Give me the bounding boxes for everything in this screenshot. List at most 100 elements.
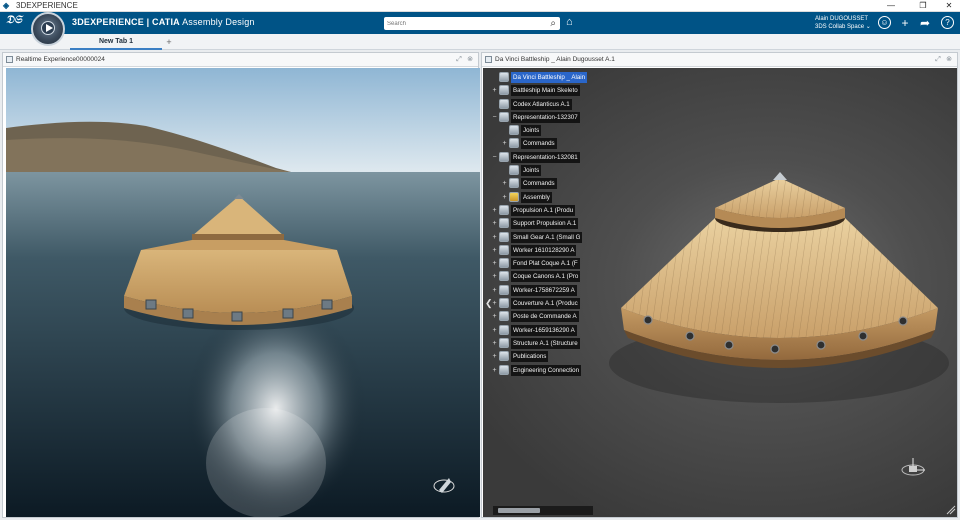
restore-button[interactable]: ❐ <box>912 0 934 12</box>
tree-node-label[interactable]: Propulsion A.1 (Produ <box>511 204 576 216</box>
expand-icon[interactable]: + <box>491 313 498 320</box>
product-icon <box>499 98 509 109</box>
tree-node-label[interactable]: Engineering Connection <box>511 364 582 376</box>
tree-node[interactable]: + Worker-1659136290 A <box>491 324 601 337</box>
specification-tree[interactable]: Da Vinci Battleship _ Alain + Battleship M… <box>491 71 601 377</box>
expand-icon[interactable]: + <box>491 220 498 227</box>
expand-icon[interactable]: + <box>491 247 498 254</box>
tab-new-tab-1[interactable]: New Tab 1 <box>70 34 162 50</box>
tree-node[interactable]: − Representation-132307 <box>491 111 601 124</box>
tree-node[interactable]: + Commands <box>491 137 601 150</box>
product-icon <box>499 311 509 322</box>
tree-node-label[interactable]: Worker-1758672259 A <box>511 284 577 296</box>
expand-icon[interactable]: + <box>501 180 508 187</box>
tree-node[interactable]: + Support Propulsion A.1 <box>491 217 601 230</box>
tree-node-label[interactable]: Poste de Commande A <box>511 311 579 323</box>
tree-horizontal-scrollbar[interactable] <box>493 506 593 515</box>
expand-icon[interactable]: + <box>491 260 498 267</box>
tree-node[interactable]: Codex Atlanticus A.1 <box>491 98 601 111</box>
user-icon[interactable]: ☺ <box>878 16 891 29</box>
expand-icon[interactable]: + <box>491 207 498 214</box>
tree-node[interactable]: + Publications <box>491 350 601 363</box>
expand-icon[interactable]: + <box>491 234 498 241</box>
realtime-viewport[interactable] <box>6 68 480 517</box>
collab-space-dropdown[interactable]: 3DS Collab Space ⌄ <box>815 23 871 31</box>
tree-node-label[interactable]: Couverture A.1 (Produc <box>511 298 580 310</box>
tree-node-label[interactable]: Publications <box>511 351 549 363</box>
user-info[interactable]: Alain DUGOUSSET 3DS Collab Space ⌄ <box>815 15 871 31</box>
representation-icon <box>499 111 509 122</box>
maximize-icon[interactable]: ⤢ <box>454 53 464 67</box>
tag-icon[interactable]: ⌂ <box>566 16 573 28</box>
navigation-widget[interactable] <box>901 458 925 476</box>
share-icon[interactable]: ➦ <box>918 16 932 30</box>
play-icon[interactable] <box>41 21 55 35</box>
tree-node[interactable]: + Poste de Commande A <box>491 310 601 323</box>
tree-node-label[interactable]: Representation-132081 <box>511 151 580 163</box>
minimize-button[interactable]: — <box>880 0 902 12</box>
expand-icon[interactable]: + <box>491 353 498 360</box>
tree-node-label[interactable]: Small Gear A.1 (Small G <box>511 231 583 243</box>
tree-node[interactable]: + Small Gear A.1 (Small G <box>491 231 601 244</box>
representation-icon <box>499 151 509 162</box>
tree-node[interactable]: Da Vinci Battleship _ Alain <box>491 71 601 84</box>
expand-icon[interactable]: + <box>491 327 498 334</box>
tree-node-label[interactable]: Fond Plat Coque A.1 (F <box>511 258 580 270</box>
tree-node-label[interactable]: Worker-1659136290 A <box>511 324 577 336</box>
tree-node[interactable]: + Worker 1610128290 A <box>491 244 601 257</box>
tree-node-label[interactable]: Joints <box>521 125 542 137</box>
tree-node-label[interactable]: Da Vinci Battleship _ Alain <box>511 72 588 83</box>
tree-node-label[interactable]: Structure A.1 (Structure <box>511 337 580 349</box>
tree-node-label[interactable]: Worker 1610128290 A <box>511 244 577 256</box>
tree-node[interactable]: + Structure A.1 (Structure <box>491 337 601 350</box>
tree-node-label[interactable]: Battleship Main Skeleto <box>511 85 580 97</box>
expand-icon[interactable]: + <box>491 367 498 374</box>
app-brand: 3DEXPERIENCE | CATIA Assembly Design <box>72 17 255 27</box>
tree-node[interactable]: Joints <box>491 164 601 177</box>
expand-icon[interactable]: + <box>491 87 498 94</box>
tree-node-label[interactable]: Coque Canons A.1 (Pro <box>511 271 581 283</box>
expand-icon[interactable]: + <box>501 140 508 147</box>
tree-node[interactable]: + Fond Plat Coque A.1 (F <box>491 257 601 270</box>
tree-node-label[interactable]: Commands <box>521 138 557 150</box>
tree-node-label[interactable]: Commands <box>521 178 557 190</box>
search-icon[interactable]: ⌕ <box>550 17 556 30</box>
tree-node-label[interactable]: Support Propulsion A.1 <box>511 218 579 230</box>
tree-node[interactable]: + Battleship Main Skeleto <box>491 84 601 97</box>
tree-node[interactable]: + Propulsion A.1 (Produ <box>491 204 601 217</box>
tree-node[interactable]: + Assembly <box>491 191 601 204</box>
tree-node[interactable]: − Representation-132081 <box>491 151 601 164</box>
expand-icon[interactable]: + <box>491 300 498 307</box>
tree-node-label[interactable]: Codex Atlanticus A.1 <box>511 98 572 110</box>
collapse-icon[interactable]: − <box>491 114 498 121</box>
expand-icon[interactable]: + <box>491 273 498 280</box>
add-icon[interactable]: + <box>898 16 912 30</box>
compass-widget[interactable] <box>31 12 65 46</box>
tree-node[interactable]: + Worker-1758672259 A <box>491 284 601 297</box>
product-icon <box>499 85 509 96</box>
expand-icon[interactable]: + <box>491 287 498 294</box>
help-icon[interactable]: ? <box>941 16 954 29</box>
close-panel-icon[interactable]: ⊗ <box>465 53 475 67</box>
tree-node[interactable]: + Coque Canons A.1 (Pro <box>491 270 601 283</box>
maximize-icon[interactable]: ⤢ <box>933 53 943 67</box>
tree-node[interactable]: + Commands <box>491 177 601 190</box>
tree-node-label[interactable]: Assembly <box>521 191 552 203</box>
3d-viewport[interactable]: ❮ Da Vinci Battleship _ Alain + Battleship… <box>483 68 957 517</box>
joints-icon <box>509 125 519 136</box>
add-tab-button[interactable]: + <box>164 34 174 50</box>
expand-icon[interactable]: + <box>491 340 498 347</box>
scrollbar-thumb[interactable] <box>498 508 540 513</box>
search-input[interactable] <box>387 18 537 29</box>
close-panel-icon[interactable]: ⊗ <box>944 53 954 67</box>
collapse-icon[interactable]: − <box>491 154 498 161</box>
tree-node[interactable]: + Couverture A.1 (Produc <box>491 297 601 310</box>
tree-node[interactable]: Joints <box>491 124 601 137</box>
tree-node-label[interactable]: Joints <box>521 165 542 177</box>
tree-node-label[interactable]: Representation-132307 <box>511 111 580 123</box>
tree-node[interactable]: + Engineering Connection <box>491 364 601 377</box>
search-box[interactable]: ⌕ <box>384 17 560 30</box>
resize-grip-icon[interactable] <box>946 505 956 515</box>
expand-icon[interactable]: + <box>501 194 508 201</box>
close-button[interactable]: ✕ <box>938 0 960 12</box>
